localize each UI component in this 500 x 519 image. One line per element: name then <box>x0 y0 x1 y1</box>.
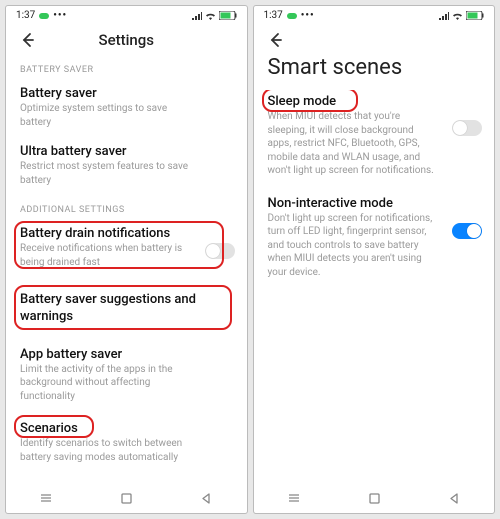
recording-indicator-icon <box>287 13 297 19</box>
wifi-icon <box>452 12 463 20</box>
nav-menu-icon[interactable] <box>39 491 53 509</box>
toggle-sleep-mode[interactable] <box>452 120 482 136</box>
item-title: Non-interactive mode <box>268 196 481 211</box>
item-subtitle: Restrict most system features to save ba… <box>20 160 233 187</box>
toggle-drain-notifications[interactable] <box>205 243 235 259</box>
back-icon[interactable] <box>266 31 284 49</box>
signal-icon <box>192 12 202 20</box>
status-time: 1:37 <box>264 10 283 21</box>
battery-icon <box>466 11 484 20</box>
item-subtitle: Optimize system settings to save battery <box>20 102 233 129</box>
status-bar: 1:37 ••• <box>6 6 247 23</box>
item-subtitle: Don't light up screen for notifications,… <box>268 212 481 280</box>
page-title: Settings <box>36 31 217 49</box>
item-app-battery-saver[interactable]: App battery saver Limit the activity of … <box>6 340 247 412</box>
item-subtitle: Limit the activity of the apps in the ba… <box>20 363 233 404</box>
signal-icon <box>439 12 449 20</box>
header <box>254 23 495 51</box>
nav-back-icon[interactable] <box>200 492 213 509</box>
section-additional: ADDITIONAL SETTINGS <box>6 195 247 219</box>
recording-indicator-icon <box>39 13 49 19</box>
item-title: Sleep mode <box>268 94 481 109</box>
nav-menu-icon[interactable] <box>287 491 301 509</box>
nav-bar <box>254 487 495 513</box>
nav-home-icon[interactable] <box>120 492 133 509</box>
item-title: App battery saver <box>20 347 233 362</box>
header: Settings <box>6 23 247 55</box>
phone-smart-scenes: 1:37 ••• Smart scenes Sleep mode When MI… <box>253 5 496 514</box>
status-dots-icon: ••• <box>301 10 315 21</box>
item-battery-saver-suggestions[interactable]: Battery saver suggestions and warnings <box>6 282 247 340</box>
item-scenarios[interactable]: Scenarios Identify scenarios to switch b… <box>6 411 247 472</box>
phone-settings: 1:37 ••• Settings BATTERY SAVER Battery … <box>5 5 248 514</box>
item-non-interactive-mode[interactable]: Non-interactive mode Don't light up scre… <box>254 186 495 288</box>
status-bar: 1:37 ••• <box>254 6 495 23</box>
nav-back-icon[interactable] <box>448 492 461 509</box>
item-subtitle: Identify scenarios to switch between bat… <box>20 437 233 464</box>
page-heading: Smart scenes <box>254 51 495 90</box>
item-sleep-mode[interactable]: Sleep mode When MIUI detects that you're… <box>254 90 495 186</box>
item-subtitle: Receive notifications when battery is be… <box>20 242 233 269</box>
status-time: 1:37 <box>16 10 35 21</box>
section-battery-saver: BATTERY SAVER <box>6 55 247 79</box>
item-title: Scenarios <box>20 421 233 436</box>
nav-home-icon[interactable] <box>368 492 381 509</box>
item-battery-drain-notifications[interactable]: Battery drain notifications Receive noti… <box>6 219 247 282</box>
item-subtitle: When MIUI detects that you're sleeping, … <box>268 110 481 178</box>
status-dots-icon: ••• <box>53 10 67 21</box>
toggle-non-interactive-mode[interactable] <box>452 223 482 239</box>
nav-bar <box>6 487 247 513</box>
back-icon[interactable] <box>18 31 36 49</box>
item-title: Battery saver suggestions and warnings <box>20 292 233 326</box>
item-ultra-battery-saver[interactable]: Ultra battery saver Restrict most system… <box>6 137 247 195</box>
item-title: Battery saver <box>20 86 233 101</box>
item-title: Battery drain notifications <box>20 226 233 241</box>
item-title: Ultra battery saver <box>20 144 233 159</box>
wifi-icon <box>205 12 216 20</box>
item-battery-saver[interactable]: Battery saver Optimize system settings t… <box>6 79 247 137</box>
battery-icon <box>219 11 237 20</box>
